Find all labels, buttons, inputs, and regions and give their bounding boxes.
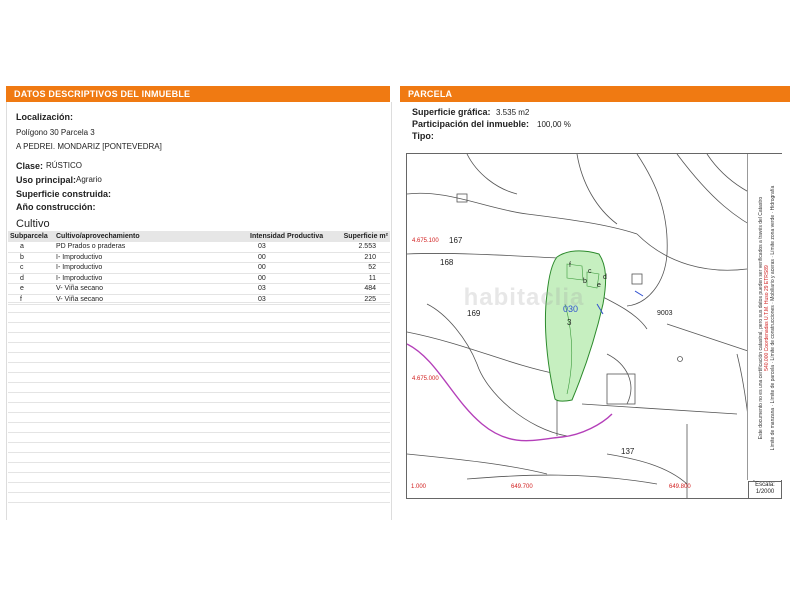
uso-label: Uso principal: [16,175,77,185]
col-intensidad: Intensidad Productiva [248,231,332,242]
participacion-label: Participación del inmueble: [412,119,530,129]
legend-item: Límite zona verde [770,214,776,255]
legend-line-items: Límite de manzana · Límite de parcela · … [770,185,776,451]
cell-superficie: 11 [332,273,390,284]
cell-intensidad: 03 [248,242,332,253]
cell-subparcela: b [8,252,54,263]
cell-cultivo: I- Improductivo [54,252,248,263]
cultivo-title: Cultivo [16,218,50,230]
address-line-2: A PEDREI. MONDARIZ [PONTEVEDRA] [16,142,162,151]
ruled-line [8,342,390,343]
ruled-line [8,452,390,453]
table-row: a PD Prados o praderas 03 2.553 [8,242,390,253]
tipo-label: Tipo: [412,131,434,141]
ruled-line [8,472,390,473]
cell-subparcela: d [8,273,54,284]
coord-x-1000: 1.000 [411,484,427,490]
cell-superficie: 52 [332,262,390,274]
map-label-d: d [603,274,607,281]
map-label-f: f [569,262,571,269]
legend-item: Límite de construcciones [770,305,776,361]
cell-subparcela: a [8,242,54,253]
cell-cultivo: V- Viña secano [54,283,248,295]
coord-x-649700: 649.700 [511,484,533,490]
cell-subparcela: e [8,283,54,295]
cell-intensidad: 00 [248,252,332,263]
cell-cultivo: PD Prados o praderas [54,242,248,253]
table-row: d I- Improductivo 00 11 [8,273,390,284]
scale-box: Escala: 1/2000 [748,481,782,499]
ruled-line [8,382,390,383]
cell-intensidad: 00 [248,262,332,274]
cell-subparcela: c [8,262,54,274]
ruled-line [8,492,390,493]
legend-text: Este documento no es una certificación c… [758,159,776,477]
legend-item: Límite de manzana [770,407,776,451]
superficie-grafica-label: Superficie gráfica: [412,107,491,117]
cultivo-table: Subparcela Cultivo/aprovechamiento Inten… [8,231,390,305]
superficie-construida-label: Superficie construida: [16,189,112,199]
anio-construccion-label: Año construcción: [16,202,96,212]
cadastral-map-svg [407,154,781,498]
table-row: c I- Improductivo 00 52 [8,262,390,274]
ruled-line [8,412,390,413]
descriptive-data-title: DATOS DESCRIPTIVOS DEL INMUEBLE [14,89,191,99]
clase-label: Clase: [16,161,44,171]
cell-intensidad: 03 [248,283,332,295]
ruled-line [8,422,390,423]
map-label-137: 137 [621,447,635,456]
ruled-line [8,402,390,403]
scale-value: 1/2000 [755,489,775,495]
watermark: habitaclia [463,284,585,311]
legend-item: Límite de parcela [770,364,776,404]
coord-y-4675100: 4.675.100 [412,238,439,244]
scale-label: Escala: [755,482,775,488]
ruled-line [8,502,390,503]
cell-cultivo: I- Improductivo [54,262,248,274]
legend-item: Hidrografía [770,185,776,211]
cell-cultivo: I- Improductivo [54,273,248,284]
cadastral-map: 167 168 169 137 9003 030 3 f c e d b 4.6… [406,153,782,499]
legend-item: Mobiliario y aceras [770,259,776,301]
map-label-c: c [588,268,592,275]
descriptive-data-header: DATOS DESCRIPTIVOS DEL INMUEBLE [6,86,390,102]
table-row: e V- Viña secano 03 484 [8,283,390,295]
parcela-header: PARCELA [400,86,790,102]
localizacion-label: Localización: [16,112,74,122]
uso-value: Agrario [76,175,102,184]
ruled-line [8,392,390,393]
coord-x-649800: 649.800 [669,484,691,490]
ruled-line [8,462,390,463]
map-label-3: 3 [567,318,572,327]
ruled-line [8,442,390,443]
ruled-line [8,482,390,483]
ruled-line [8,432,390,433]
address-line-1: Polígono 30 Parcela 3 [16,128,95,137]
ruled-line [8,362,390,363]
map-legend: Este documento no es una certificación c… [747,154,782,480]
table-header-row: Subparcela Cultivo/aprovechamiento Inten… [8,231,390,242]
table-row: b I- Improductivo 00 210 [8,252,390,263]
coord-y-4675000: 4.675.000 [412,376,439,382]
superficie-grafica-value: 3.535 m2 [496,108,530,117]
map-label-167: 167 [449,236,463,245]
col-cultivo: Cultivo/aprovechamiento [54,231,248,242]
ruled-line [8,302,390,303]
col-subparcela: Subparcela [8,231,54,242]
map-label-168: 168 [440,258,454,267]
ruled-line [8,372,390,373]
ruled-line [8,312,390,313]
cell-superficie: 210 [332,252,390,263]
ruled-line [8,352,390,353]
participacion-value: 100,00 % [537,120,571,129]
col-superficie: Superficie m² [332,231,390,242]
ruled-line [8,332,390,333]
parcela-title: PARCELA [408,89,453,99]
ruled-line [8,322,390,323]
cell-superficie: 2.553 [332,242,390,253]
cell-intensidad: 00 [248,273,332,284]
clase-value: RÚSTICO [46,161,82,170]
